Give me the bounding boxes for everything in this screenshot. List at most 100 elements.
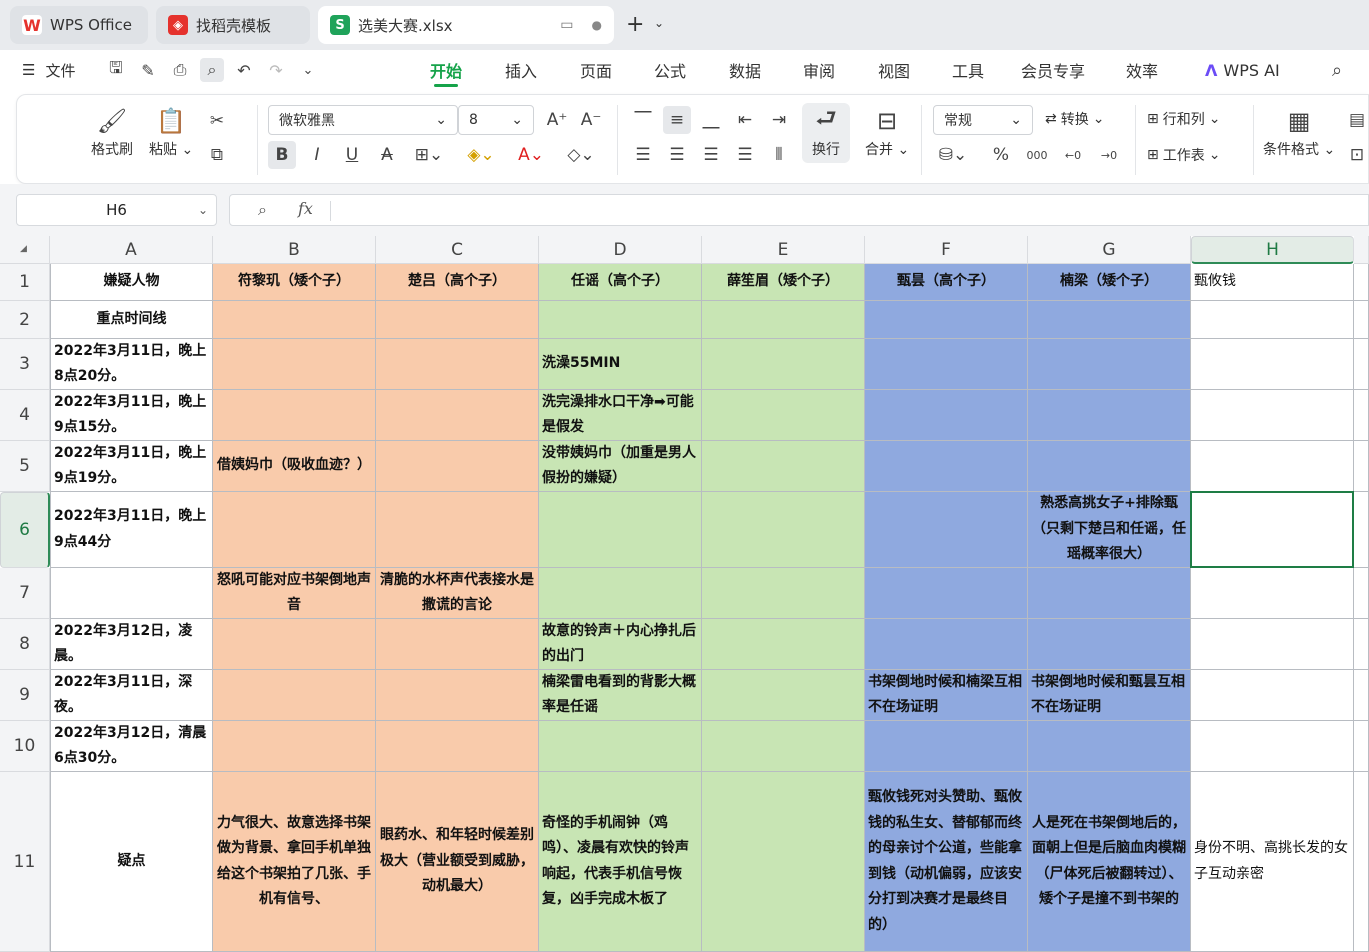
row-header-7[interactable]: 7 — [0, 568, 50, 619]
column-header-g[interactable]: G — [1028, 236, 1191, 264]
cell-h2[interactable] — [1191, 301, 1354, 339]
column-header-f[interactable]: F — [865, 236, 1028, 264]
wrap-text-button[interactable]: ⮐ 换行 — [802, 103, 850, 163]
name-box[interactable]: H6 ⌄ — [16, 194, 217, 226]
cell-a7[interactable] — [50, 568, 213, 619]
cell-e6[interactable] — [702, 492, 865, 568]
row-header-5[interactable]: 5 — [0, 441, 50, 492]
fill-color-icon[interactable]: ◈⌄ — [461, 141, 501, 169]
rows-cols-button[interactable]: ⊞ 行和列 ⌄ — [1147, 109, 1220, 129]
menu-insert[interactable]: 插入 — [505, 50, 537, 90]
cell-g9[interactable]: 书架倒地时候和甄昙互相不在场证明 — [1028, 670, 1191, 721]
align-center-icon[interactable]: ☰ — [663, 141, 691, 169]
cell-style-icon[interactable]: ▤ — [1343, 106, 1369, 134]
tab-template[interactable]: ◈ 找稻壳模板 — [156, 6, 310, 44]
cell-h8[interactable] — [1191, 619, 1354, 670]
redo-icon[interactable]: ↷ — [264, 58, 288, 82]
cell-a4[interactable]: 2022年3月11日，晚上9点15分。 — [50, 390, 213, 441]
strikethrough-icon[interactable]: A — [373, 141, 401, 169]
cell-f4[interactable] — [865, 390, 1028, 441]
cell-h6[interactable] — [1191, 492, 1354, 568]
font-name-select[interactable]: 微软雅黑 ⌄ — [268, 105, 458, 135]
decrease-decimal-icon[interactable]: →0 — [1095, 141, 1123, 169]
column-header-a[interactable]: A — [50, 236, 213, 264]
conditional-format-button[interactable]: ▦ 条件格式 ⌄ — [1263, 103, 1335, 159]
formula-input[interactable]: ⌕ fx — [229, 194, 1369, 226]
cell-h9[interactable] — [1191, 670, 1354, 721]
tab-document[interactable]: S 选美大赛.xlsx ▭ ● — [318, 6, 614, 44]
new-tab-icon[interactable]: + — [626, 12, 644, 37]
cell-e9[interactable] — [702, 670, 865, 721]
row-header-11[interactable]: 11 — [0, 772, 50, 952]
merge-button[interactable]: ⊟ 合并 ⌄ — [865, 103, 909, 159]
cell-a5[interactable]: 2022年3月11日，晚上9点19分。 — [50, 441, 213, 492]
currency-icon[interactable]: ⛁⌄ — [933, 141, 973, 169]
save-icon[interactable]: 🖫 — [104, 58, 128, 82]
cell-stub[interactable] — [1354, 670, 1369, 721]
fx-icon[interactable]: fx — [298, 199, 313, 218]
print-preview-icon[interactable]: ⌕ — [200, 58, 224, 82]
cell-e11[interactable] — [702, 772, 865, 952]
row-header-4[interactable]: 4 — [0, 390, 50, 441]
cell-e7[interactable] — [702, 568, 865, 619]
fill-icon[interactable]: ⊡ — [1343, 141, 1369, 169]
menu-formula[interactable]: 公式 — [654, 50, 686, 90]
row-header-2[interactable]: 2 — [0, 301, 50, 339]
cell-b8[interactable] — [213, 619, 376, 670]
border-icon[interactable]: ⊞⌄ — [411, 141, 447, 169]
column-header-e[interactable]: E — [702, 236, 865, 264]
bold-icon[interactable]: B — [268, 141, 296, 169]
cell-a6[interactable]: 2022年3月11日，晚上9点44分 — [50, 492, 213, 568]
cell-f1[interactable]: 甄昙（高个子） — [865, 264, 1028, 301]
font-size-select[interactable]: 8 ⌄ — [458, 105, 534, 135]
cell-g5[interactable] — [1028, 441, 1191, 492]
cell-c11[interactable]: 眼药水、和年轻时候差别极大（营业额受到威胁，动机最大） — [376, 772, 539, 952]
cell-h3[interactable] — [1191, 339, 1354, 390]
cell-c9[interactable] — [376, 670, 539, 721]
more-chevron-icon[interactable]: ⌄ — [296, 58, 320, 82]
number-format-select[interactable]: 常规 ⌄ — [933, 105, 1033, 135]
cell-h7[interactable] — [1191, 568, 1354, 619]
menu-view[interactable]: 视图 — [878, 50, 910, 90]
outdent-icon[interactable]: ⇤ — [731, 106, 759, 134]
menu-data[interactable]: 数据 — [729, 50, 761, 90]
cell-h1[interactable]: 甄攸钱 — [1191, 264, 1354, 301]
align-bottom-icon[interactable]: ⎽ — [697, 106, 725, 134]
cell-b2[interactable] — [213, 301, 376, 339]
justify-icon[interactable]: ☰ — [731, 141, 759, 169]
increase-font-icon[interactable]: A⁺ — [543, 106, 571, 134]
cut-icon[interactable]: ✂ — [203, 107, 231, 135]
cell-g7[interactable] — [1028, 568, 1191, 619]
cell-g10[interactable] — [1028, 721, 1191, 772]
decrease-font-icon[interactable]: A⁻ — [577, 106, 605, 134]
thousands-icon[interactable]: 000 — [1023, 141, 1051, 169]
cell-e4[interactable] — [702, 390, 865, 441]
cell-f6[interactable] — [865, 492, 1028, 568]
cell-stub[interactable] — [1354, 339, 1369, 390]
cell-f5[interactable] — [865, 441, 1028, 492]
align-right-icon[interactable]: ☰ — [697, 141, 725, 169]
row-header-8[interactable]: 8 — [0, 619, 50, 670]
percent-icon[interactable]: % — [987, 141, 1015, 169]
row-header-6[interactable]: 6 — [0, 492, 50, 568]
cell-d10[interactable] — [539, 721, 702, 772]
format-painter-button[interactable]: 🖌 格式刷 — [91, 103, 133, 159]
chevron-down-icon[interactable]: ⌄ — [654, 16, 664, 30]
cell-d7[interactable] — [539, 568, 702, 619]
cell-stub[interactable] — [1354, 390, 1369, 441]
cell-f9[interactable]: 书架倒地时候和楠梁互相不在场证明 — [865, 670, 1028, 721]
cell-c7[interactable]: 清脆的水杯声代表接水是撒谎的言论 — [376, 568, 539, 619]
cell-a2[interactable]: 重点时间线 — [50, 301, 213, 339]
cell-b10[interactable] — [213, 721, 376, 772]
cell-stub[interactable] — [1354, 492, 1369, 568]
distribute-icon[interactable]: ⫴ — [765, 141, 793, 169]
clear-format-icon[interactable]: ◇⌄ — [561, 141, 601, 169]
cell-e5[interactable] — [702, 441, 865, 492]
cell-a11[interactable]: 疑点 — [50, 772, 213, 952]
column-header-h[interactable]: H — [1191, 236, 1354, 264]
cell-a10[interactable]: 2022年3月12日，清晨6点30分。 — [50, 721, 213, 772]
cell-c3[interactable] — [376, 339, 539, 390]
cell-stub[interactable] — [1354, 441, 1369, 492]
row-header-10[interactable]: 10 — [0, 721, 50, 772]
file-menu[interactable]: ☰ 文件 — [22, 50, 75, 90]
